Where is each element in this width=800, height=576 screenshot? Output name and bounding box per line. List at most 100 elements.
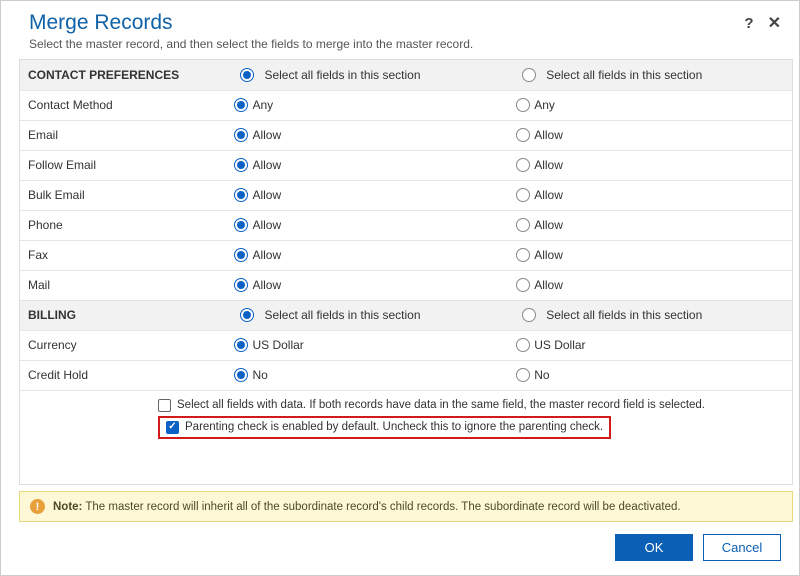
radio-icon (234, 278, 248, 292)
section-sub: Select all fields in this section (510, 300, 792, 330)
field-master-option[interactable]: Any (234, 98, 504, 112)
ok-button[interactable]: OK (615, 534, 693, 561)
dialog-subtitle: Select the master record, and then selec… (29, 37, 771, 51)
select-all-label: Select all fields in this section (264, 68, 420, 82)
field-master-value: Allow (252, 278, 281, 292)
section-header-row: BILLING Select all fields in this section… (20, 300, 792, 330)
field-master-option[interactable]: Allow (234, 188, 504, 202)
note-prefix: Note: (53, 501, 82, 513)
radio-icon (516, 128, 530, 142)
field-master-value: Allow (252, 128, 281, 142)
section-title: BILLING (20, 300, 228, 330)
field-master-cell: Allow (228, 120, 510, 150)
field-sub-value: Allow (534, 188, 563, 202)
field-sub-option[interactable]: Any (516, 98, 786, 112)
section-master: Select all fields in this section (228, 60, 510, 90)
radio-icon (516, 248, 530, 262)
cancel-button[interactable]: Cancel (703, 534, 781, 561)
field-master-option[interactable]: Allow (234, 248, 504, 262)
select-all-master[interactable]: Select all fields in this section (234, 308, 504, 322)
help-icon[interactable]: ? (744, 15, 753, 32)
radio-icon (516, 338, 530, 352)
field-sub-option[interactable]: Allow (516, 218, 786, 232)
radio-icon (234, 188, 248, 202)
radio-icon (240, 308, 254, 322)
field-row: MailAllowAllow (20, 270, 792, 300)
radio-icon (522, 68, 536, 82)
field-sub-value: Allow (534, 278, 563, 292)
field-label: Credit Hold (20, 360, 228, 390)
field-sub-option[interactable]: Allow (516, 248, 786, 262)
parenting-check-highlight: Parenting check is enabled by default. U… (158, 416, 611, 439)
section-header-row: CONTACT PREFERENCES Select all fields in … (20, 60, 792, 90)
field-label: Follow Email (20, 150, 228, 180)
radio-icon (234, 98, 248, 112)
note-bar: ! Note: The master record will inherit a… (19, 491, 793, 522)
field-sub-option[interactable]: No (516, 368, 786, 382)
field-master-value: Any (252, 98, 273, 112)
field-master-cell: Allow (228, 240, 510, 270)
select-all-data-checkbox[interactable] (158, 399, 171, 412)
section-title: CONTACT PREFERENCES (20, 60, 228, 90)
field-master-cell: Allow (228, 270, 510, 300)
field-label: Bulk Email (20, 180, 228, 210)
field-sub-cell: Allow (510, 270, 792, 300)
radio-icon (516, 218, 530, 232)
close-icon[interactable]: ✕ (768, 13, 781, 33)
select-all-master[interactable]: Select all fields in this section (234, 68, 504, 82)
field-sub-cell: Allow (510, 150, 792, 180)
field-label: Currency (20, 330, 228, 360)
select-all-label: Select all fields in this section (546, 308, 702, 322)
field-master-option[interactable]: Allow (234, 278, 504, 292)
field-sub-option[interactable]: Allow (516, 158, 786, 172)
field-row: Follow Email Allow Allow (20, 150, 792, 180)
header-icons: ? ✕ (744, 13, 781, 33)
bottom-options: Select all fields with data. If both rec… (20, 391, 792, 447)
field-sub-cell: No (510, 360, 792, 390)
field-sub-option[interactable]: US Dollar (516, 338, 786, 352)
field-master-option[interactable]: Allow (234, 158, 504, 172)
field-master-option[interactable]: No (234, 368, 504, 382)
dialog-title: Merge Records (29, 11, 771, 35)
field-sub-value: US Dollar (534, 338, 585, 352)
radio-icon (234, 368, 248, 382)
radio-icon (234, 248, 248, 262)
field-row: Currency US Dollar US Dollar (20, 330, 792, 360)
select-all-data-label: Select all fields with data. If both rec… (177, 399, 705, 411)
select-all-label: Select all fields in this section (546, 68, 702, 82)
field-label: Email (20, 120, 228, 150)
field-sub-value: No (534, 368, 549, 382)
field-row: Credit Hold No No (20, 360, 792, 390)
dialog-header: Merge Records Select the master record, … (1, 1, 799, 59)
field-sub-value: Allow (534, 128, 563, 142)
field-master-option[interactable]: Allow (234, 128, 504, 142)
parenting-check-row: Parenting check is enabled by default. U… (28, 414, 784, 441)
field-sub-option[interactable]: Allow (516, 128, 786, 142)
section-master: Select all fields in this section (228, 300, 510, 330)
field-sub-option[interactable]: Allow (516, 188, 786, 202)
field-master-value: Allow (252, 248, 281, 262)
field-row: Contact MethodAnyAny (20, 90, 792, 120)
radio-icon (234, 128, 248, 142)
select-all-sub[interactable]: Select all fields in this section (516, 68, 786, 82)
field-master-cell: Allow (228, 210, 510, 240)
radio-icon (234, 338, 248, 352)
field-sub-option[interactable]: Allow (516, 278, 786, 292)
select-all-sub[interactable]: Select all fields in this section (516, 308, 786, 322)
parenting-check-checkbox[interactable] (166, 421, 179, 434)
select-all-data-row: Select all fields with data. If both rec… (28, 397, 784, 414)
field-master-cell: Allow (228, 180, 510, 210)
radio-icon (516, 98, 530, 112)
field-sub-cell: Allow (510, 120, 792, 150)
content-area: CONTACT PREFERENCES Select all fields in … (1, 59, 799, 485)
radio-icon (516, 188, 530, 202)
field-master-option[interactable]: US Dollar (234, 338, 504, 352)
field-sub-value: Any (534, 98, 555, 112)
field-master-option[interactable]: Allow (234, 218, 504, 232)
field-label: Fax (20, 240, 228, 270)
merge-records-dialog: Merge Records Select the master record, … (0, 0, 800, 576)
field-master-value: US Dollar (252, 338, 303, 352)
field-master-cell: Allow (228, 150, 510, 180)
merge-scroll[interactable]: CONTACT PREFERENCES Select all fields in … (19, 59, 793, 485)
field-sub-cell: Allow (510, 180, 792, 210)
